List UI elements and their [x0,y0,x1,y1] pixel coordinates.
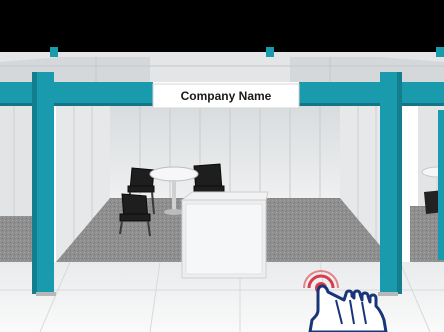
booth-render-image: Company Name [0,0,444,332]
neighbor-booth-left-wall [0,106,34,216]
reception-counter [180,191,269,279]
partial-post-right [438,110,444,260]
distant-post-center [266,47,274,57]
company-name-sign: Company Name [180,89,272,103]
top-black-band [0,0,444,52]
distant-post-right [436,47,444,57]
background-booth-frames [0,57,150,82]
fascia-beam-left [0,82,153,106]
distant-post-left [50,47,58,57]
fascia-beam-right [299,82,444,106]
hand-tap-icon[interactable] [300,270,392,332]
